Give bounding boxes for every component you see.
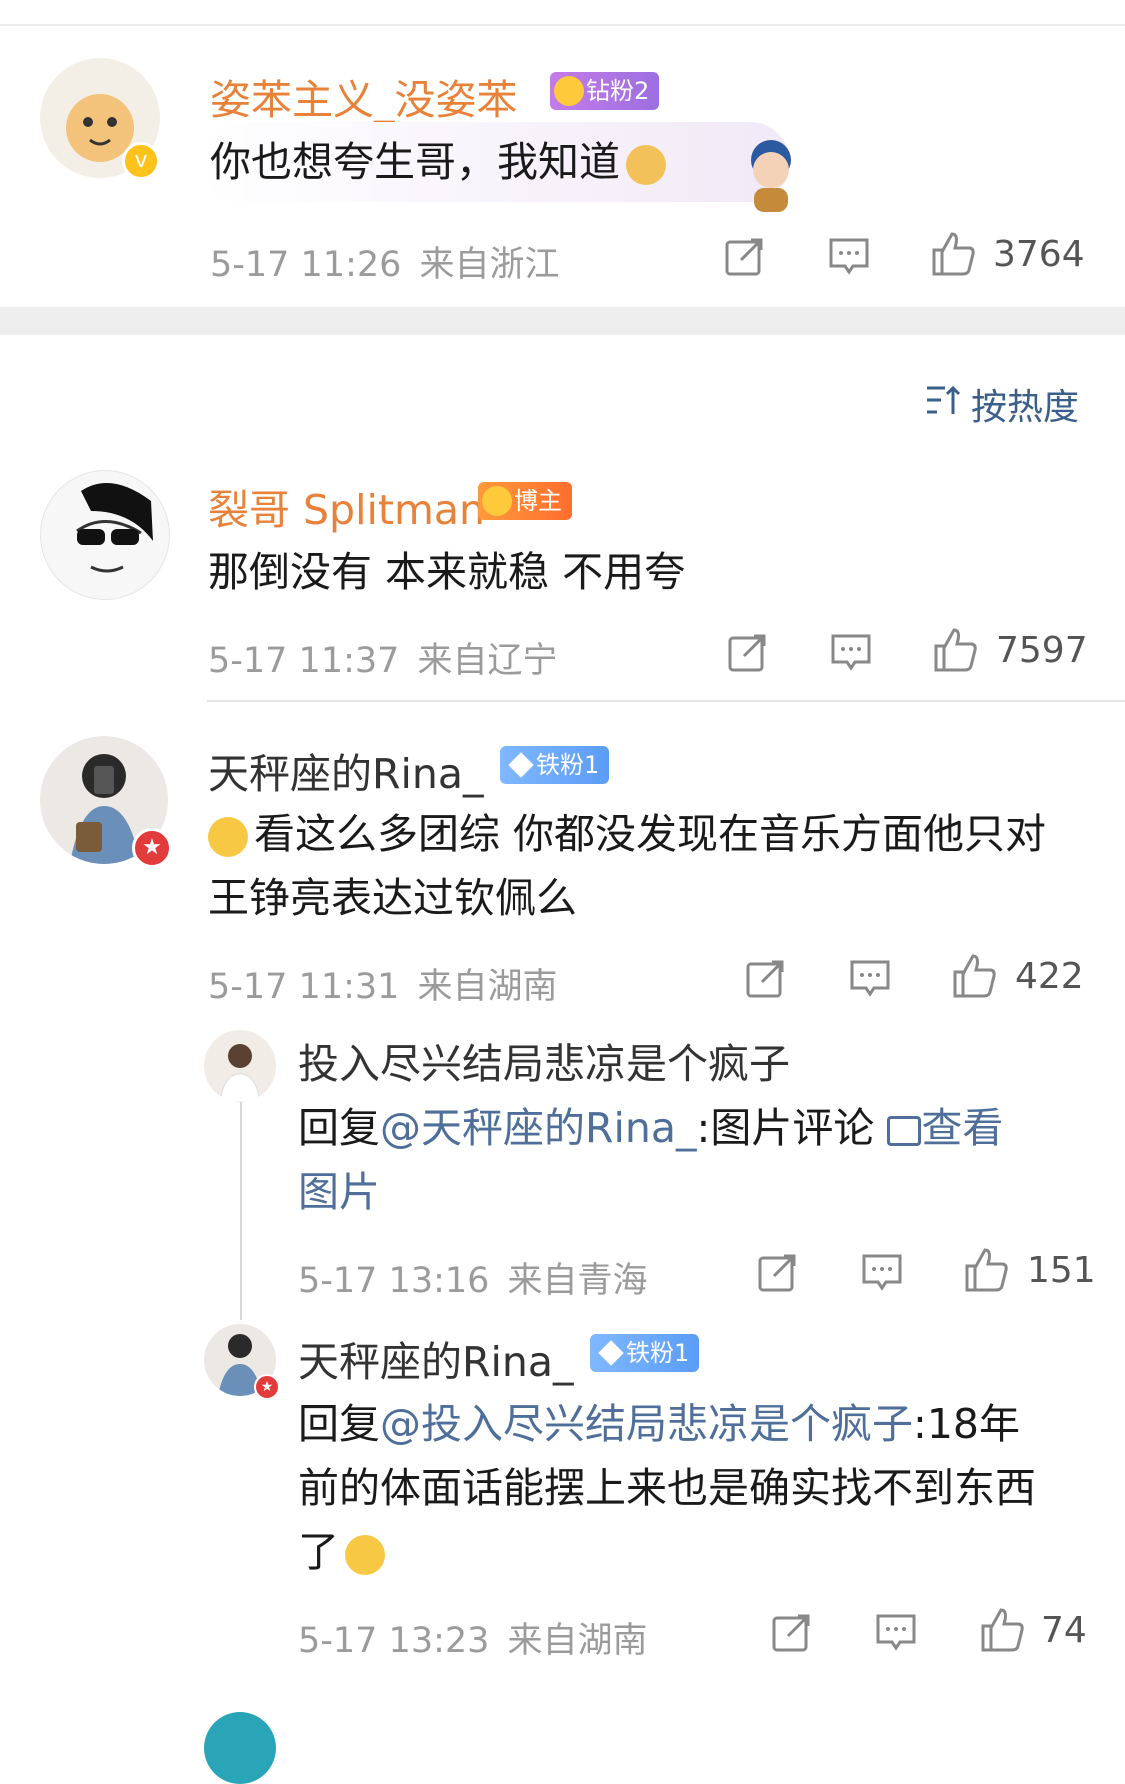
image-icon [887,1116,922,1146]
share-icon[interactable] [770,1610,814,1654]
comment-icon[interactable] [829,630,873,674]
comment-icon[interactable] [874,1610,918,1654]
comment-meta: 5-17 11:31 来自湖南 [208,967,558,1007]
thread-line [240,1100,242,1320]
fan-badge[interactable]: 铁粉1 [500,746,610,784]
share-icon[interactable] [723,234,767,278]
fan-badge[interactable]: 铁粉1 [590,1334,700,1372]
like-count: 3764 [993,234,1085,275]
shy-emoji-icon [345,1535,385,1575]
comment-icon[interactable] [860,1250,904,1294]
comment-icon[interactable] [848,956,892,1000]
share-icon[interactable] [744,956,788,1000]
share-icon[interactable] [726,630,770,674]
badge-label: 铁粉1 [626,1339,690,1367]
reply-meta: 5-17 13:16 来自青海 [298,1261,648,1301]
crown-icon [554,76,584,106]
sort-label: 按热度 [971,387,1080,428]
like-icon[interactable] [977,1606,1025,1654]
fan-badge[interactable]: 钻粉2 [550,72,660,110]
sticker-girl-icon [740,136,802,212]
like-count: 151 [1027,1250,1096,1291]
diamond-icon [598,1340,624,1366]
user-badge-icon: ★ [132,828,172,868]
blogger-badge[interactable]: 博主 [478,482,572,520]
username[interactable]: 姿苯主义_没姿苯 [210,66,518,126]
like-icon[interactable] [928,230,976,278]
username[interactable]: 天秤座的Rina_ [208,740,484,800]
reply-meta: 5-17 13:23 来自湖南 [298,1621,648,1661]
section-separator [0,307,1125,335]
like-icon[interactable] [949,952,997,1000]
like-icon[interactable] [961,1246,1009,1294]
avatar[interactable] [204,1030,276,1102]
reply-text: 回复@投入尽兴结局悲凉是个疯子:18年 前的体面话能摆上来也是确实找不到东西 了 [298,1400,1036,1576]
username[interactable]: 裂哥 Splitman [208,476,485,536]
username[interactable]: 投入尽兴结局悲凉是个疯子 [298,1030,790,1090]
verified-icon: v [122,142,160,180]
view-image-link[interactable]: 查看 [887,1104,1003,1152]
like-icon[interactable] [930,626,978,674]
comment-divider [207,700,1125,702]
comment-text: 你也想夸生哥，我知道 [210,130,666,194]
comment-meta: 5-17 11:37 来自辽宁 [208,641,558,681]
share-icon[interactable] [756,1250,800,1294]
badge-label: 钻粉2 [586,77,650,105]
comment-icon[interactable] [827,234,871,278]
laughing-emoji-icon [208,817,248,857]
avatar[interactable] [40,470,170,600]
like-count: 422 [1015,956,1084,997]
comment-text: 那倒没有 本来就稳 不用夸 [208,548,686,596]
top-divider [0,24,1125,26]
like-count: 74 [1041,1610,1087,1651]
crown-icon [482,486,512,516]
like-count: 7597 [996,630,1088,671]
comment-text: 看这么多团综 你都没发现在音乐方面他只对 王铮亮表达过钦佩么 [208,810,1047,922]
dog-emoji-icon [626,145,666,185]
badge-label: 铁粉1 [536,751,600,779]
view-image-link-cont[interactable]: 图片 [298,1160,1068,1224]
avatar[interactable] [204,1712,276,1784]
comment-meta: 5-17 11:26 来自浙江 [210,245,560,285]
reply-text: 回复@天秤座的Rina_:图片评论 查看 图片 [298,1096,1068,1224]
sort-icon [927,385,961,414]
badge-label: 博主 [514,487,562,515]
mention-link[interactable]: @天秤座的Rina_ [380,1104,697,1152]
diamond-icon [508,752,534,778]
user-badge-icon: ★ [254,1374,280,1400]
mention-link[interactable]: @投入尽兴结局悲凉是个疯子 [380,1400,913,1448]
username[interactable]: 天秤座的Rina_ [298,1328,574,1388]
sort-toggle[interactable]: 按热度 [925,378,1085,428]
